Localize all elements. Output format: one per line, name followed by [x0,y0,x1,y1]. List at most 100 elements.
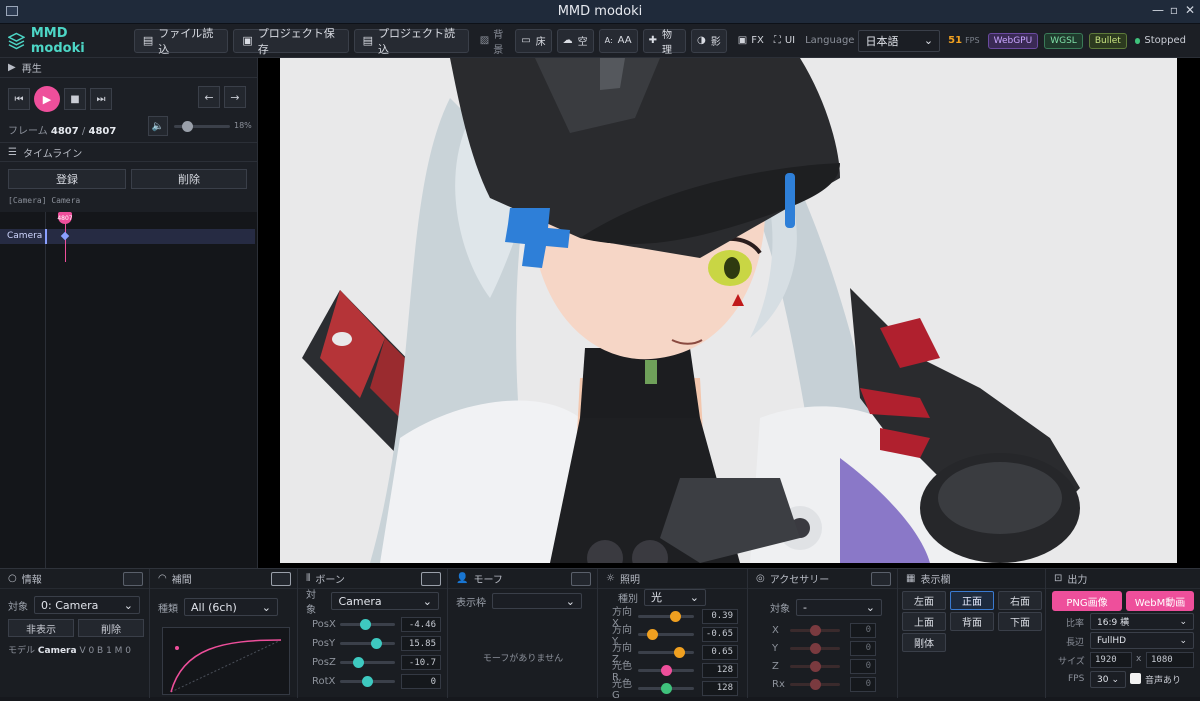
info-target-select[interactable]: 0: Camera ⌄ [34,596,140,614]
height-input[interactable]: 1080 [1146,652,1194,668]
bone-slider-track[interactable] [340,619,396,630]
prev-frame-button[interactable]: ← [198,86,220,108]
light-slider-track[interactable] [638,628,694,640]
interp-curve-editor[interactable] [162,627,290,695]
bone-slider-value[interactable]: -10.7 [401,655,441,670]
export-png-button[interactable]: PNG画像 [1052,591,1122,611]
light-slider-track[interactable] [638,646,694,658]
long-edge-select[interactable]: FullHD ⌄ [1090,632,1194,649]
bone-slider-track[interactable] [340,657,396,668]
accessory-slider-track[interactable] [790,642,840,654]
light-slider-value[interactable]: -0.65 [702,626,738,642]
volume-knob[interactable] [182,121,194,132]
playhead-marker[interactable]: 4807 [57,212,73,224]
view-front-button[interactable]: 正面 [950,591,994,610]
next-frame-button[interactable]: → [224,86,246,108]
register-keyframe-button[interactable]: 登録 [8,169,126,189]
view-rigidbody-button[interactable]: 剛体 [902,633,946,652]
info-delete-button[interactable]: 削除 [78,619,144,637]
playback-header[interactable]: ▶ 再生 [0,58,257,78]
save-icon: ▣ [242,34,253,47]
light-slider-value[interactable]: 128 [702,662,738,678]
toggle-floor[interactable]: ▭ 床 [515,28,552,53]
morph-frame-select[interactable]: ⌄ [492,593,582,609]
light-slider-track[interactable] [638,664,694,676]
bone-slider-track[interactable] [340,638,396,649]
accessory-slider-value[interactable]: 0 [850,622,876,638]
render-canvas[interactable] [280,58,1177,563]
close-icon[interactable]: ✕ [1182,3,1198,17]
audio-checkbox[interactable] [1130,673,1141,684]
skip-end-button[interactable]: ⏭ [90,88,112,110]
mute-button[interactable]: 🔈 [148,116,168,136]
export-webm-button[interactable]: WebM動画 [1126,591,1194,611]
light-slider-knob[interactable] [660,682,672,694]
save-project-button[interactable]: ▣ プロジェクト保存 [233,27,349,56]
width-input[interactable]: 1920 [1090,652,1132,668]
view-back-button[interactable]: 背面 [950,612,994,631]
accessory-slider-value[interactable]: 0 [850,640,876,656]
interp-type-select[interactable]: All (6ch) ⌄ [184,598,278,616]
accessory-slider-knob[interactable] [810,660,821,672]
light-slider-track[interactable] [638,610,694,622]
load-file-button[interactable]: ▤ ファイル読込 [133,27,229,56]
load-project-button[interactable]: ▤ プロジェクト読込 [353,27,469,56]
accessory-slider-value[interactable]: 0 [850,658,876,674]
skip-start-button[interactable]: ⏮ [8,88,30,110]
light-kind-select[interactable]: 光 ⌄ [644,588,706,606]
accessory-slider-value[interactable]: 0 [850,676,876,692]
play-button[interactable]: ▶ [34,86,60,112]
maximize-icon[interactable]: ▫ [1166,3,1182,17]
view-left-button[interactable]: 左面 [902,591,946,610]
volume-slider[interactable] [174,121,230,132]
accessory-slider-track[interactable] [790,624,840,636]
bone-keyframe-button[interactable] [421,572,441,586]
light-slider-knob[interactable] [647,628,658,640]
bone-slider-knob[interactable] [353,657,365,668]
bone-slider-value[interactable]: -4.46 [401,617,441,632]
bone-slider-value[interactable]: 0 [401,674,441,689]
minimize-icon[interactable]: — [1150,3,1166,17]
accessory-slider-knob[interactable] [810,624,821,636]
accessory-slider-knob[interactable] [810,678,821,690]
bone-slider-value[interactable]: 15.85 [401,636,441,651]
3d-viewport[interactable] [258,58,1200,568]
interp-keyframe-button[interactable] [271,572,291,586]
accessory-target-select[interactable]: - ⌄ [796,598,882,616]
accessory-slider-knob[interactable] [810,642,821,654]
light-slider-knob[interactable] [674,646,685,658]
info-keyframe-button[interactable] [123,572,143,586]
accessory-slider-track[interactable] [790,660,840,672]
accessory-keyframe-button[interactable] [871,572,891,586]
light-slider-knob[interactable] [660,664,672,676]
toggle-aa[interactable]: A: AA [598,28,638,53]
stop-button[interactable]: ■ [64,88,86,110]
light-slider-value[interactable]: 128 [702,680,738,696]
hide-button[interactable]: 非表示 [8,619,74,637]
timeline-area[interactable]: Camera 4807 [0,212,257,568]
light-slider-knob[interactable] [669,610,681,622]
morph-keyframe-button[interactable] [571,572,591,586]
bone-slider-knob[interactable] [362,676,374,687]
ui-button[interactable]: ⛶ UI [774,35,795,46]
light-slider-value[interactable]: 0.39 [702,608,738,624]
ratio-select[interactable]: 16:9 横 ⌄ [1090,613,1194,630]
toggle-physics[interactable]: ✚ 物理 [642,28,687,56]
view-bottom-button[interactable]: 下面 [998,612,1042,631]
toggle-shadow[interactable]: ◑ 影 [691,28,727,53]
view-top-button[interactable]: 上面 [902,612,946,631]
light-slider-track[interactable] [638,682,694,694]
delete-keyframe-button[interactable]: 削除 [131,169,247,189]
view-right-button[interactable]: 右面 [998,591,1042,610]
track-row-camera[interactable]: Camera [0,229,255,244]
bone-target-select[interactable]: Camera ⌄ [331,592,439,610]
language-select[interactable]: 日本語 ⌄ [858,29,941,52]
bone-slider-track[interactable] [340,676,396,687]
toggle-sky[interactable]: ☁ 空 [556,28,594,53]
output-fps-select[interactable]: 30 ⌄ [1090,671,1126,688]
accessory-slider-track[interactable] [790,678,840,690]
light-slider-value[interactable]: 0.65 [702,644,738,660]
bone-slider-knob[interactable] [370,638,382,649]
fx-button[interactable]: ▣ FX [738,35,764,46]
bone-slider-knob[interactable] [359,619,371,630]
